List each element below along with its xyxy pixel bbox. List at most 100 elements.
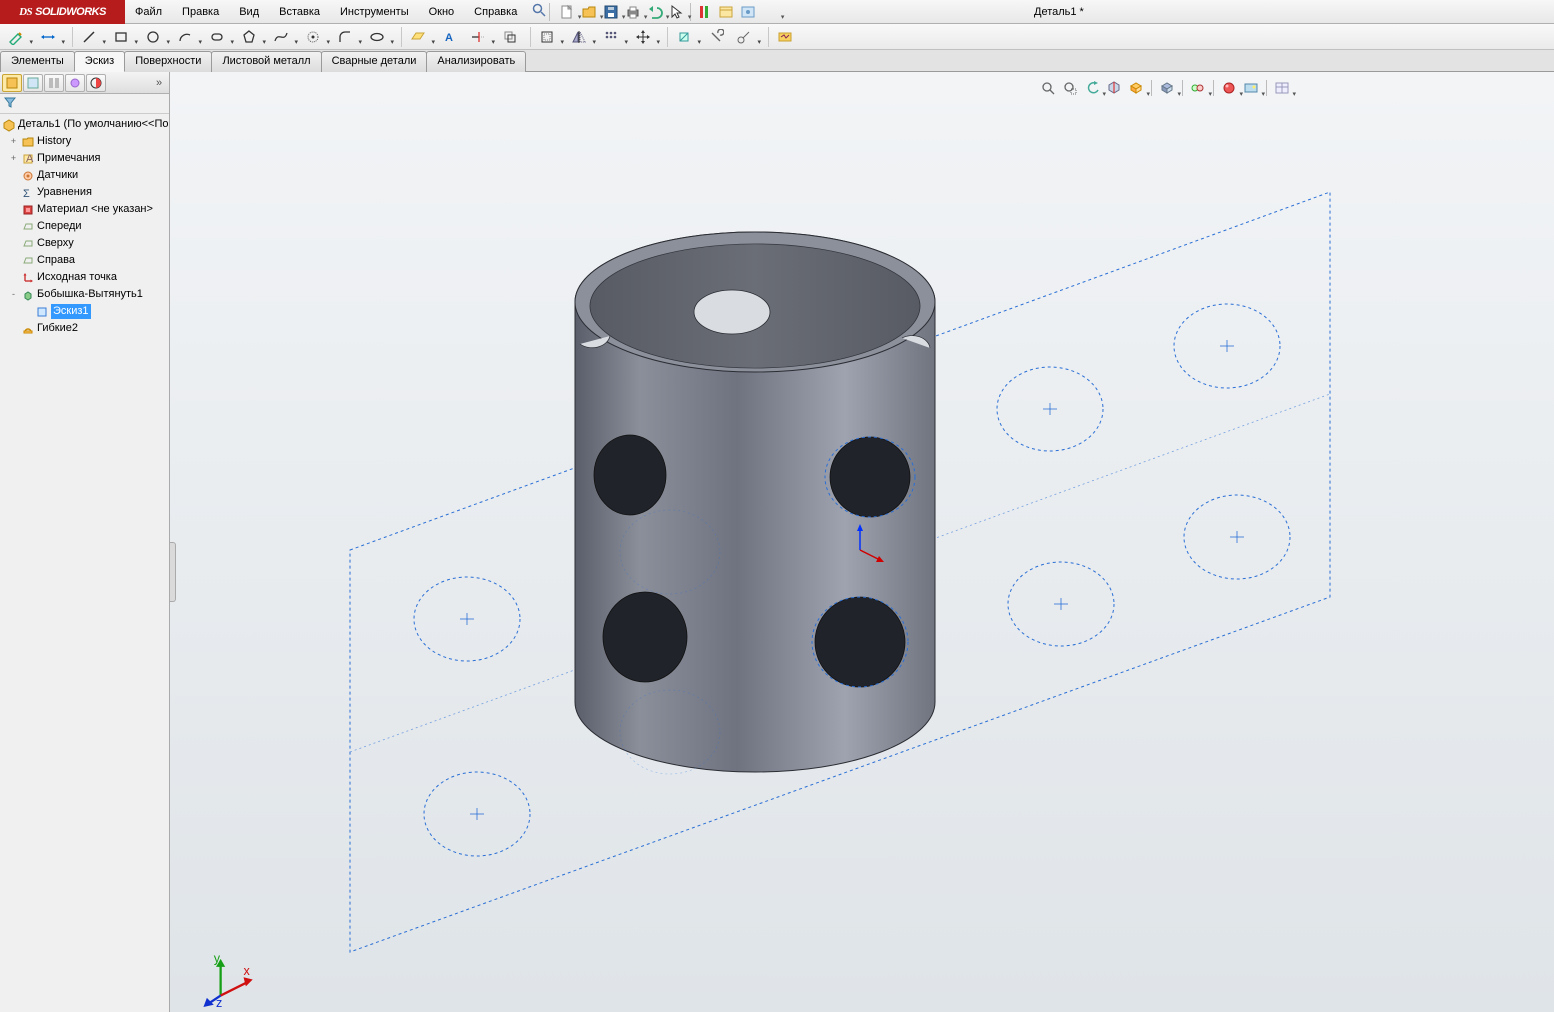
note-icon: A xyxy=(21,152,35,166)
tree-root-label: Деталь1 (По умолчанию<<По xyxy=(18,117,168,132)
folder-icon xyxy=(21,135,35,149)
material-icon xyxy=(21,203,35,217)
menu-help[interactable]: Справка xyxy=(464,2,527,22)
display-manager-tab[interactable] xyxy=(86,74,106,92)
tree-item-sketch1[interactable]: Эскиз1 xyxy=(0,303,169,320)
tree-item-sensors[interactable]: Датчики xyxy=(0,167,169,184)
tree-item-equations[interactable]: ΣУравнения xyxy=(0,184,169,201)
smart-dimension-button[interactable] xyxy=(36,26,60,48)
text-button[interactable]: A xyxy=(438,26,462,48)
separator xyxy=(530,27,531,47)
main-area: » Деталь1 (По умолчанию<<По +History +AП… xyxy=(0,72,1554,1012)
spline-button[interactable] xyxy=(269,26,293,48)
document-title: Деталь1 * xyxy=(1030,6,1088,18)
tree-item-front-plane[interactable]: Спереди xyxy=(0,218,169,235)
print-button[interactable] xyxy=(622,2,644,22)
linear-pattern-button[interactable] xyxy=(599,26,623,48)
tab-elements[interactable]: Элементы xyxy=(0,51,75,72)
tree-item-flex[interactable]: Гибкие2 xyxy=(0,320,169,337)
separator xyxy=(72,27,73,47)
tab-analyze[interactable]: Анализировать xyxy=(426,51,526,72)
trim-button[interactable] xyxy=(466,26,490,48)
feature-manager-panel: » Деталь1 (По умолчанию<<По +History +AП… xyxy=(0,72,170,1012)
separator xyxy=(549,3,550,21)
select-button[interactable] xyxy=(666,2,688,22)
tree-item-history[interactable]: +History xyxy=(0,133,169,150)
tree-root[interactable]: Деталь1 (По умолчанию<<По xyxy=(0,116,169,133)
fillet-button[interactable] xyxy=(333,26,357,48)
origin-icon xyxy=(21,271,35,285)
separator xyxy=(401,27,402,47)
feature-tree[interactable]: Деталь1 (По умолчанию<<По +History +AПри… xyxy=(0,114,169,1012)
polygon-button[interactable] xyxy=(237,26,261,48)
point-button[interactable] xyxy=(301,26,325,48)
part-icon xyxy=(2,118,16,132)
svg-text:x: x xyxy=(244,964,251,978)
svg-text:y: y xyxy=(214,952,221,965)
rapid-sketch-button[interactable] xyxy=(773,26,797,48)
ellipse-button[interactable] xyxy=(365,26,389,48)
settings-button[interactable] xyxy=(737,2,759,22)
tree-item-material[interactable]: Материал <не указан> xyxy=(0,201,169,218)
feature-manager-tab[interactable] xyxy=(2,74,22,92)
undo-button[interactable] xyxy=(644,2,666,22)
svg-text:Σ: Σ xyxy=(23,188,30,199)
tree-item-right-plane[interactable]: Справа xyxy=(0,252,169,269)
flex-icon xyxy=(21,322,35,336)
svg-text:z: z xyxy=(216,996,222,1007)
tree-item-origin[interactable]: Исходная точка xyxy=(0,269,169,286)
offset-entities-button[interactable] xyxy=(535,26,559,48)
quick-snaps-button[interactable] xyxy=(732,26,756,48)
menu-tools[interactable]: Инструменты xyxy=(330,2,419,22)
svg-text:A: A xyxy=(445,32,453,44)
manager-tabs: » xyxy=(0,72,169,94)
repair-sketch-button[interactable] xyxy=(704,26,728,48)
tab-surfaces[interactable]: Поверхности xyxy=(124,51,212,72)
plane-icon xyxy=(21,237,35,251)
tree-item-top-plane[interactable]: Сверху xyxy=(0,235,169,252)
filter-row xyxy=(0,94,169,114)
new-document-button[interactable] xyxy=(556,2,578,22)
menu-edit[interactable]: Правка xyxy=(172,2,229,22)
rectangle-button[interactable] xyxy=(109,26,133,48)
convert-entities-button[interactable] xyxy=(498,26,522,48)
sketch-button[interactable] xyxy=(4,26,28,48)
dimxpert-tab[interactable] xyxy=(65,74,85,92)
mirror-button[interactable] xyxy=(567,26,591,48)
display-relations-button[interactable] xyxy=(672,26,696,48)
configuration-manager-tab[interactable] xyxy=(44,74,64,92)
logo-text: SOLIDWORKS xyxy=(35,6,106,18)
tree-item-annotations[interactable]: +AПримечания xyxy=(0,150,169,167)
tab-weldments[interactable]: Сварные детали xyxy=(321,51,428,72)
graphics-viewport[interactable]: y x z xyxy=(170,72,1554,1012)
model-view-svg xyxy=(170,72,1554,1012)
save-button[interactable] xyxy=(600,2,622,22)
slot-button[interactable] xyxy=(205,26,229,48)
orientation-triad[interactable]: y x z xyxy=(200,952,248,1000)
expand-panel-button[interactable]: » xyxy=(151,77,167,89)
tab-sketch[interactable]: Эскиз xyxy=(74,51,125,72)
menu-file[interactable]: Файл xyxy=(125,2,172,22)
command-tab-strip: Элементы Эскиз Поверхности Листовой мета… xyxy=(0,50,1554,72)
menu-window[interactable]: Окно xyxy=(419,2,465,22)
menu-view[interactable]: Вид xyxy=(229,2,269,22)
arc-button[interactable] xyxy=(173,26,197,48)
filter-icon[interactable] xyxy=(4,96,16,111)
separator xyxy=(667,27,668,47)
search-icon[interactable] xyxy=(531,2,547,21)
menu-insert[interactable]: Вставка xyxy=(269,2,330,22)
plane-button[interactable] xyxy=(406,26,430,48)
more-button[interactable] xyxy=(759,2,781,22)
property-manager-tab[interactable] xyxy=(23,74,43,92)
logo-prefix: DS xyxy=(19,6,32,18)
tree-item-extrude[interactable]: -Бобышка-Вытянуть1 xyxy=(0,286,169,303)
tab-sheetmetal[interactable]: Листовой металл xyxy=(211,51,321,72)
separator xyxy=(768,27,769,47)
circle-button[interactable] xyxy=(141,26,165,48)
options-button[interactable] xyxy=(715,2,737,22)
rebuild-button[interactable] xyxy=(693,2,715,22)
line-button[interactable] xyxy=(77,26,101,48)
open-document-button[interactable] xyxy=(578,2,600,22)
move-entities-button[interactable] xyxy=(631,26,655,48)
sketch-toolbar: A xyxy=(0,24,1554,50)
